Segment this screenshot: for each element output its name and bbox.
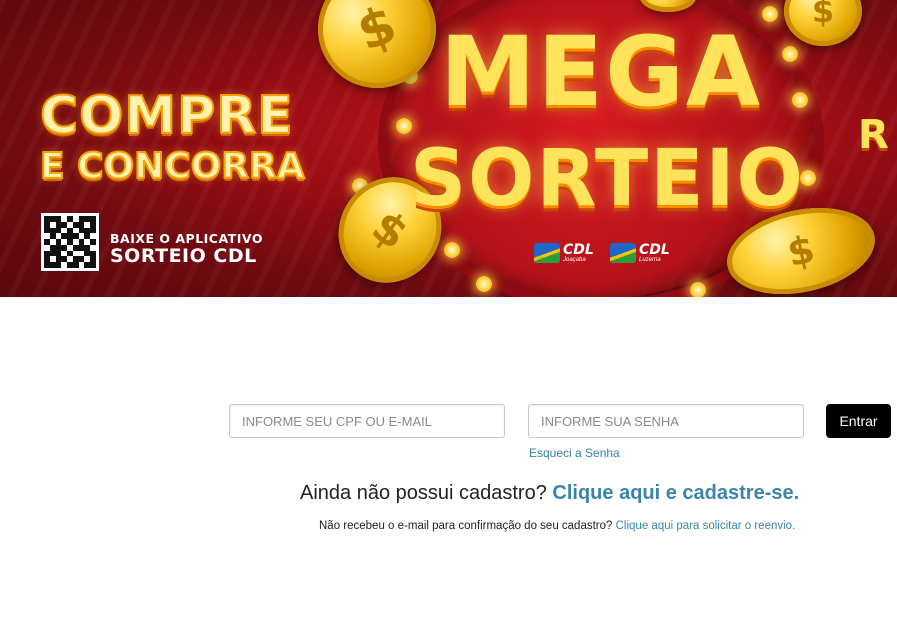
- cdl-joacaba-logo: CDL Joaçaba: [534, 243, 594, 263]
- banner-edge-letter: R: [858, 112, 889, 158]
- marquee-bulb: [444, 242, 460, 258]
- mega-title: MEGA: [440, 16, 763, 128]
- cdl-luzerna-logo: CDL Luzerna: [610, 243, 670, 263]
- headline-concorra: E CONCORRA: [39, 145, 306, 188]
- resend-prompt: Não recebeu o e-mail para confirmação do…: [319, 520, 795, 532]
- promo-banner: $ $ $ $ MEGA SORTEIO COMPRE E CONCORRA B…: [0, 0, 897, 297]
- marquee-bulb: [396, 118, 412, 134]
- resend-question: Não recebeu o e-mail para confirmação do…: [319, 520, 613, 532]
- signup-link[interactable]: Clique aqui e cadastre-se.: [552, 482, 799, 504]
- app-download-line2: SORTEIO CDL: [110, 245, 257, 267]
- cdl-logo-name: CDL: [563, 242, 594, 258]
- marquee-bulb: [690, 282, 706, 297]
- cpf-email-input[interactable]: [229, 404, 505, 438]
- login-button[interactable]: Entrar: [826, 404, 891, 438]
- cdl-logo-city: Luzerna: [639, 257, 661, 263]
- resend-link[interactable]: Clique aqui para solicitar o reenvio.: [616, 520, 796, 532]
- cdl-logo-city: Joaçaba: [563, 257, 586, 263]
- app-download-line1: BAIXE O APLICATIVO: [110, 231, 263, 246]
- gold-coin: $: [784, 0, 862, 46]
- headline-compre: COMPRE: [39, 85, 294, 147]
- signup-question: Ainda não possui cadastro?: [300, 482, 547, 504]
- marquee-bulb: [762, 6, 778, 22]
- forgot-password-link[interactable]: Esqueci a Senha: [529, 446, 620, 460]
- marquee-bulb: [782, 46, 798, 62]
- sorteio-title: SORTEIO: [410, 134, 805, 224]
- marquee-bulb: [792, 92, 808, 108]
- signup-prompt: Ainda não possui cadastro? Clique aqui e…: [300, 482, 799, 505]
- qr-code-icon: [41, 213, 99, 271]
- password-input[interactable]: [528, 404, 804, 438]
- cdl-mark-icon: [534, 243, 560, 263]
- cdl-mark-icon: [610, 243, 636, 263]
- marquee-bulb: [476, 276, 492, 292]
- cdl-logo-name: CDL: [639, 242, 670, 258]
